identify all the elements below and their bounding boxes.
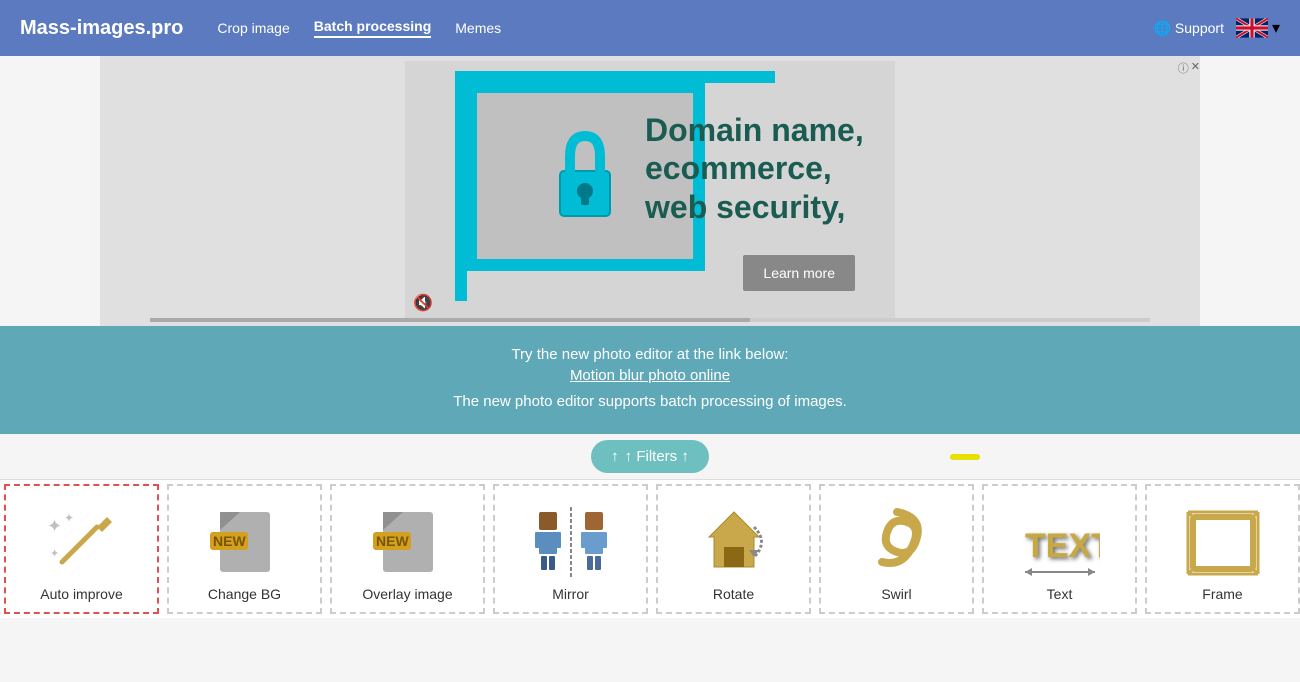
frame-label: Frame — [1202, 586, 1242, 602]
uk-flag-icon — [1236, 18, 1268, 38]
swirl-icon — [857, 502, 937, 582]
auto-improve-icon: ✦ ✦ ✦ — [42, 502, 122, 582]
rotate-icon — [694, 502, 774, 582]
info-line1: Try the new photo editor at the link bel… — [40, 346, 1260, 363]
svg-text:✦: ✦ — [50, 548, 59, 560]
ad-banner: ⓘ ✕ Domain name, ecommerce, web security — [100, 56, 1200, 326]
text-icon: TEXT — [1020, 502, 1100, 582]
change-bg-label: Change BG — [208, 586, 281, 602]
tool-overlay-image[interactable]: NEW Overlay image — [330, 484, 485, 614]
nav-crop-image[interactable]: Crop image — [217, 20, 289, 36]
motion-blur-link[interactable]: Motion blur photo online — [570, 367, 730, 384]
info-strip: Try the new photo editor at the link bel… — [0, 326, 1300, 434]
nav-memes[interactable]: Memes — [455, 20, 501, 36]
filters-up-icon: ↑ — [611, 448, 619, 465]
tool-rotate[interactable]: Rotate — [656, 484, 811, 614]
navbar-right: 🌐 Support ▾ — [1153, 18, 1280, 38]
overlay-image-label: Overlay image — [362, 586, 452, 602]
support-link[interactable]: 🌐 Support — [1153, 20, 1223, 37]
overlay-image-icon: NEW — [368, 502, 448, 582]
tool-auto-improve[interactable]: ✦ ✦ ✦ Auto improve — [4, 484, 159, 614]
language-selector[interactable]: ▾ — [1236, 18, 1280, 38]
text-label: Text — [1047, 586, 1073, 602]
ad-text-area: Domain name, ecommerce, web security, — [645, 111, 865, 226]
svg-text:NEW: NEW — [376, 533, 409, 549]
frame-icon — [1183, 502, 1263, 582]
tool-change-bg[interactable]: NEW Change BG — [167, 484, 322, 614]
svg-text:NEW: NEW — [213, 533, 246, 549]
auto-improve-label: Auto improve — [40, 586, 122, 602]
info-line2: The new photo editor supports batch proc… — [40, 393, 1260, 410]
mirror-icon — [531, 502, 611, 582]
ad-scrollbar-thumb — [150, 318, 750, 322]
ad-controls: ⓘ ✕ — [1178, 60, 1200, 76]
tool-mirror[interactable]: Mirror — [493, 484, 648, 614]
navbar: Mass-images.pro Crop image Batch process… — [0, 0, 1300, 56]
scroll-indicator — [950, 454, 980, 460]
tool-swirl[interactable]: Swirl — [819, 484, 974, 614]
ad-inner: Domain name, ecommerce, web security, Le… — [405, 61, 895, 321]
mirror-label: Mirror — [552, 586, 589, 602]
globe-icon: 🌐 — [1153, 20, 1170, 37]
main-content: ⓘ ✕ Domain name, ecommerce, web security — [0, 56, 1300, 682]
tools-grid: ✦ ✦ ✦ Auto improve NEW Change BG — [0, 479, 1300, 618]
tool-frame[interactable]: Frame — [1145, 484, 1300, 614]
ad-close-button[interactable]: ✕ — [1191, 60, 1200, 76]
ad-info-button[interactable]: ⓘ — [1178, 60, 1189, 76]
filters-bar: ↑ ↑ Filters ↑ — [0, 434, 1300, 479]
svg-text:TEXT: TEXT — [1025, 527, 1100, 565]
tool-text[interactable]: TEXT Text — [982, 484, 1137, 614]
filters-button[interactable]: ↑ ↑ Filters ↑ — [591, 440, 709, 473]
ad-learn-more-button[interactable]: Learn more — [743, 255, 855, 291]
dropdown-arrow: ▾ — [1272, 18, 1280, 38]
brand-logo[interactable]: Mass-images.pro — [20, 17, 183, 40]
ad-scrollbar — [150, 318, 1150, 322]
ad-mute-icon[interactable]: 🔇 — [413, 293, 433, 313]
svg-text:✦: ✦ — [64, 511, 74, 525]
swirl-label: Swirl — [881, 586, 911, 602]
svg-text:✦: ✦ — [47, 516, 62, 536]
ad-headline: Domain name, ecommerce, web security, — [645, 111, 865, 226]
rotate-label: Rotate — [713, 586, 754, 602]
lock-icon — [550, 131, 620, 221]
nav-batch-processing[interactable]: Batch processing — [314, 18, 431, 38]
change-bg-icon: NEW — [205, 502, 285, 582]
